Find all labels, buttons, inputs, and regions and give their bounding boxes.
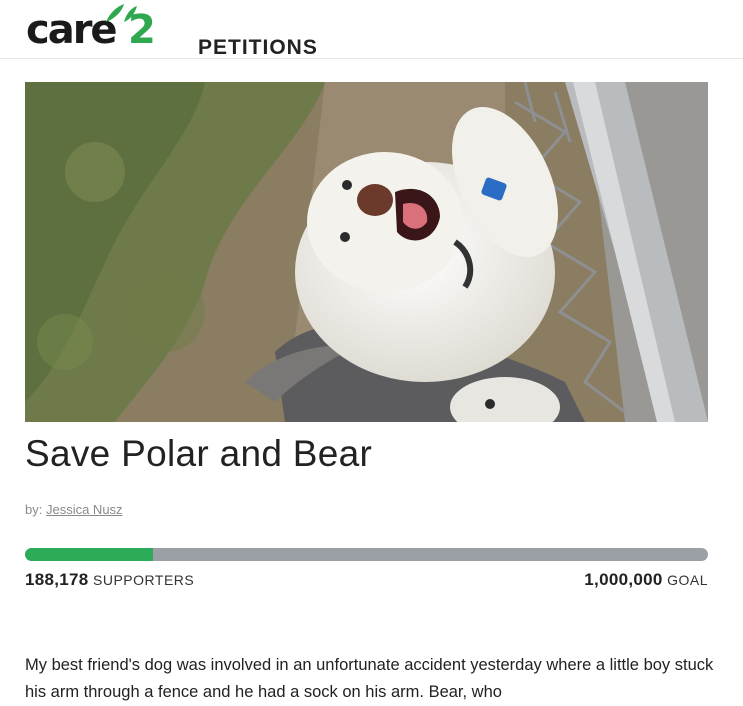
site-header: care 2 PETITIONS xyxy=(0,0,743,59)
supporters-number: 188,178 xyxy=(25,570,89,589)
petition-byline: by: Jessica Nusz xyxy=(25,502,123,517)
logo-number: 2 xyxy=(128,7,156,53)
petition-counts: 188,178 SUPPORTERS 1,000,000 GOAL xyxy=(25,570,708,592)
logo-wordmark: care xyxy=(26,7,118,53)
goal-count: 1,000,000 GOAL xyxy=(584,570,708,590)
logo-petitions-label: PETITIONS xyxy=(198,36,318,59)
signature-progress-bar xyxy=(25,548,708,561)
goal-label: GOAL xyxy=(667,572,708,588)
dogs-photo xyxy=(25,82,708,422)
supporters-label: SUPPORTERS xyxy=(93,572,195,588)
goal-number: 1,000,000 xyxy=(584,570,663,589)
petition-description: My best friend's dog was involved in an … xyxy=(25,656,714,701)
petition-hero-image xyxy=(25,82,708,422)
progress-fill xyxy=(25,548,154,561)
petition-title: Save Polar and Bear xyxy=(25,433,373,474)
supporters-count: 188,178 SUPPORTERS xyxy=(25,570,194,590)
author-link[interactable]: Jessica Nusz xyxy=(46,502,123,517)
byline-label: by: xyxy=(25,502,43,517)
